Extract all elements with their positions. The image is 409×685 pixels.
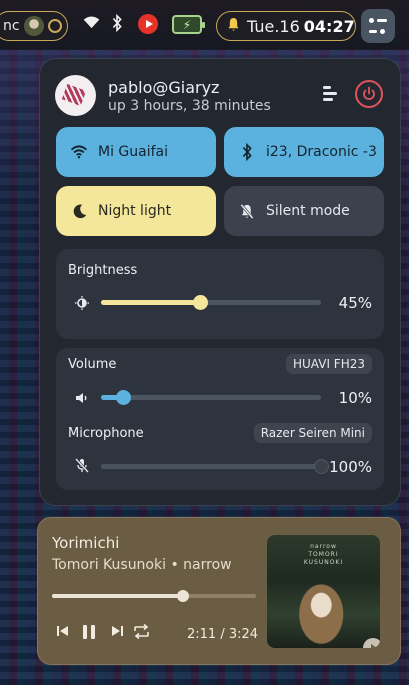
power-button[interactable] bbox=[355, 80, 383, 108]
bluetooth-icon[interactable] bbox=[111, 13, 123, 36]
wifi-tile[interactable]: Mi Guaifai bbox=[56, 127, 216, 177]
avatar bbox=[55, 75, 96, 116]
wifi-tile-label: Mi Guaifai bbox=[98, 144, 169, 160]
playback-time: 2:11 / 3:24 bbox=[187, 627, 259, 642]
quick-settings-icon[interactable] bbox=[361, 9, 395, 43]
media-progress-ring-icon bbox=[47, 19, 62, 33]
microphone-slider-knob[interactable] bbox=[313, 459, 329, 474]
audio-card: Volume HUAVI FH23 10% Microphone Razer S… bbox=[56, 348, 384, 490]
uptime-text: up 3 hours, 38 minutes bbox=[108, 98, 271, 114]
wifi-icon bbox=[69, 142, 89, 162]
settings-icon[interactable] bbox=[323, 86, 339, 104]
volume-label: Volume bbox=[68, 357, 117, 372]
clock-time: 04:27 bbox=[303, 16, 355, 36]
playback-progress-fill bbox=[52, 594, 183, 598]
silent-mode-tile[interactable]: Silent mode bbox=[224, 186, 384, 236]
media-indicator-text: nc bbox=[3, 18, 20, 34]
cover-text-artist-first: TOMORI bbox=[308, 551, 339, 558]
brightness-label: Brightness bbox=[68, 263, 138, 278]
bluetooth-tile-label: i23, Draconic -3 bbox=[266, 144, 377, 160]
previous-track-icon[interactable] bbox=[56, 624, 70, 642]
pause-icon[interactable] bbox=[81, 624, 97, 644]
microphone-muted-icon[interactable] bbox=[75, 458, 89, 473]
bell-off-icon bbox=[237, 201, 257, 221]
cover-text-artist-last: KUSUNOKI bbox=[303, 559, 344, 566]
quick-settings-panel: pablo@Giaryz up 3 hours, 38 minutes Mi G… bbox=[39, 58, 401, 506]
microphone-percent: 100% bbox=[329, 458, 372, 476]
clock-pill[interactable]: Tue.16 04:27 bbox=[216, 11, 356, 41]
cover-text-album: narrow bbox=[310, 543, 337, 550]
battery-glyph: ⚡ bbox=[182, 17, 192, 32]
volume-icon[interactable] bbox=[75, 390, 89, 404]
open-player-icon[interactable] bbox=[363, 638, 380, 648]
playback-progress-knob[interactable] bbox=[176, 590, 189, 602]
brightness-slider-knob[interactable] bbox=[192, 295, 208, 310]
bluetooth-icon bbox=[237, 142, 257, 162]
song-artist-album: Tomori Kusunoki • narrow bbox=[52, 557, 232, 573]
repeat-icon[interactable] bbox=[133, 623, 150, 643]
battery-charging-icon[interactable]: ⚡ bbox=[172, 15, 205, 34]
clock-date: Tue.16 bbox=[247, 16, 300, 36]
media-indicator[interactable]: nc bbox=[0, 11, 68, 41]
playback-progress-bar[interactable] bbox=[52, 590, 256, 602]
bluetooth-tile[interactable]: i23, Draconic -3 bbox=[224, 127, 384, 177]
top-bar: nc ⚡ Tue.16 04:27 bbox=[0, 0, 409, 50]
next-track-icon[interactable] bbox=[110, 624, 124, 642]
volume-percent: 10% bbox=[338, 389, 372, 407]
media-thumb-icon bbox=[23, 16, 44, 36]
media-player: Yorimichi Tomori Kusunoki • narrow 2:11 … bbox=[37, 517, 401, 665]
brightness-slider[interactable] bbox=[101, 295, 321, 310]
volume-slider-knob[interactable] bbox=[115, 390, 131, 405]
microphone-slider[interactable] bbox=[101, 459, 329, 474]
microphone-slider-fill bbox=[101, 464, 321, 469]
brightness-percent: 45% bbox=[338, 294, 372, 312]
brightness-icon bbox=[75, 295, 89, 310]
bell-icon[interactable] bbox=[227, 17, 240, 36]
moon-icon bbox=[69, 201, 89, 221]
microphone-label: Microphone bbox=[68, 426, 144, 441]
youtube-music-icon[interactable] bbox=[138, 14, 158, 34]
silent-mode-tile-label: Silent mode bbox=[266, 203, 350, 219]
wifi-icon[interactable] bbox=[83, 15, 100, 34]
power-icon bbox=[363, 86, 375, 100]
volume-slider[interactable] bbox=[101, 390, 321, 405]
microphone-device-chip[interactable]: Razer Seiren Mini bbox=[253, 423, 372, 443]
user-name: pablo@Giaryz bbox=[108, 78, 220, 97]
volume-device-chip[interactable]: HUAVI FH23 bbox=[285, 354, 372, 374]
night-light-tile[interactable]: Night light bbox=[56, 186, 216, 236]
night-light-tile-label: Night light bbox=[98, 203, 172, 219]
brightness-slider-fill bbox=[101, 300, 200, 305]
song-title: Yorimichi bbox=[52, 534, 120, 552]
brightness-card: Brightness 45% bbox=[56, 249, 384, 339]
album-cover: narrow TOMORI KUSUNOKI bbox=[267, 535, 380, 648]
